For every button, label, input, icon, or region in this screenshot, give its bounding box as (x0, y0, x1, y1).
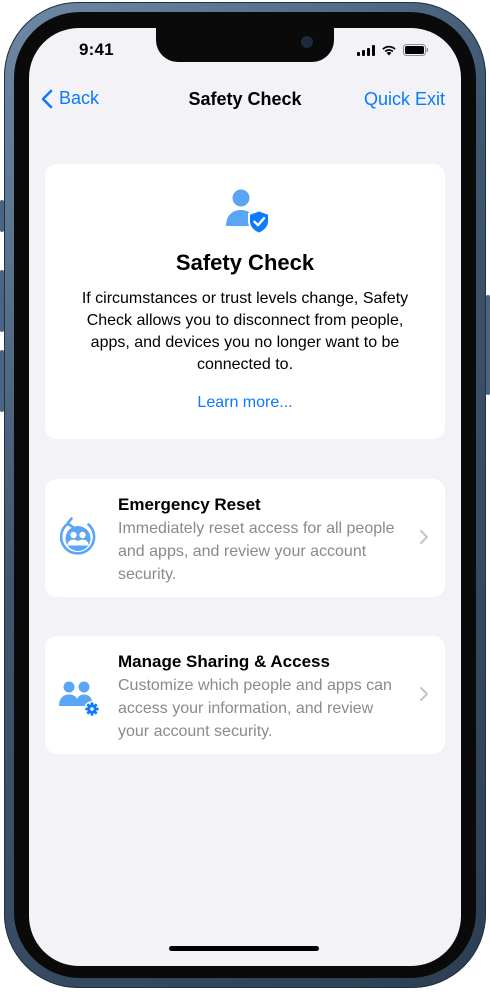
home-indicator[interactable] (169, 946, 319, 951)
hero-description: If circumstances or trust levels change,… (81, 290, 409, 373)
cellular-signal-icon (357, 44, 375, 56)
chevron-right-icon (420, 687, 428, 701)
power-button (486, 295, 490, 395)
manage-sharing-title: Manage Sharing & Access (118, 652, 330, 671)
action-button (0, 200, 4, 232)
notch (156, 28, 334, 62)
manage-sharing-description: Customize which people and apps can acce… (118, 677, 392, 740)
learn-more-link[interactable]: Learn more... (45, 394, 445, 412)
chevron-right-icon (420, 530, 428, 544)
hero-title: Safety Check (175, 250, 315, 275)
status-icons (357, 44, 429, 56)
wifi-icon (382, 45, 396, 56)
emergency-reset-icon (59, 517, 96, 555)
safety-check-info-card: Safety Check If circumstances or trust l… (45, 164, 445, 439)
manage-sharing-icon (59, 681, 99, 717)
emergency-reset-option[interactable]: Emergency Reset Immediately reset access… (45, 479, 445, 597)
person-shield-icon (226, 189, 270, 235)
front-camera (301, 36, 313, 48)
screen: 9:41 Back Safety Check Quick Exit Safety… (29, 28, 461, 966)
battery-icon (403, 44, 429, 56)
volume-down-button (0, 350, 4, 412)
manage-sharing-option[interactable]: Manage Sharing & Access Customize which … (45, 636, 445, 754)
emergency-reset-description: Immediately reset access for all people … (118, 520, 395, 583)
volume-up-button (0, 270, 4, 332)
quick-exit-button[interactable]: Quick Exit (364, 89, 445, 110)
emergency-reset-title: Emergency Reset (118, 495, 261, 514)
status-time: 9:41 (79, 40, 114, 59)
